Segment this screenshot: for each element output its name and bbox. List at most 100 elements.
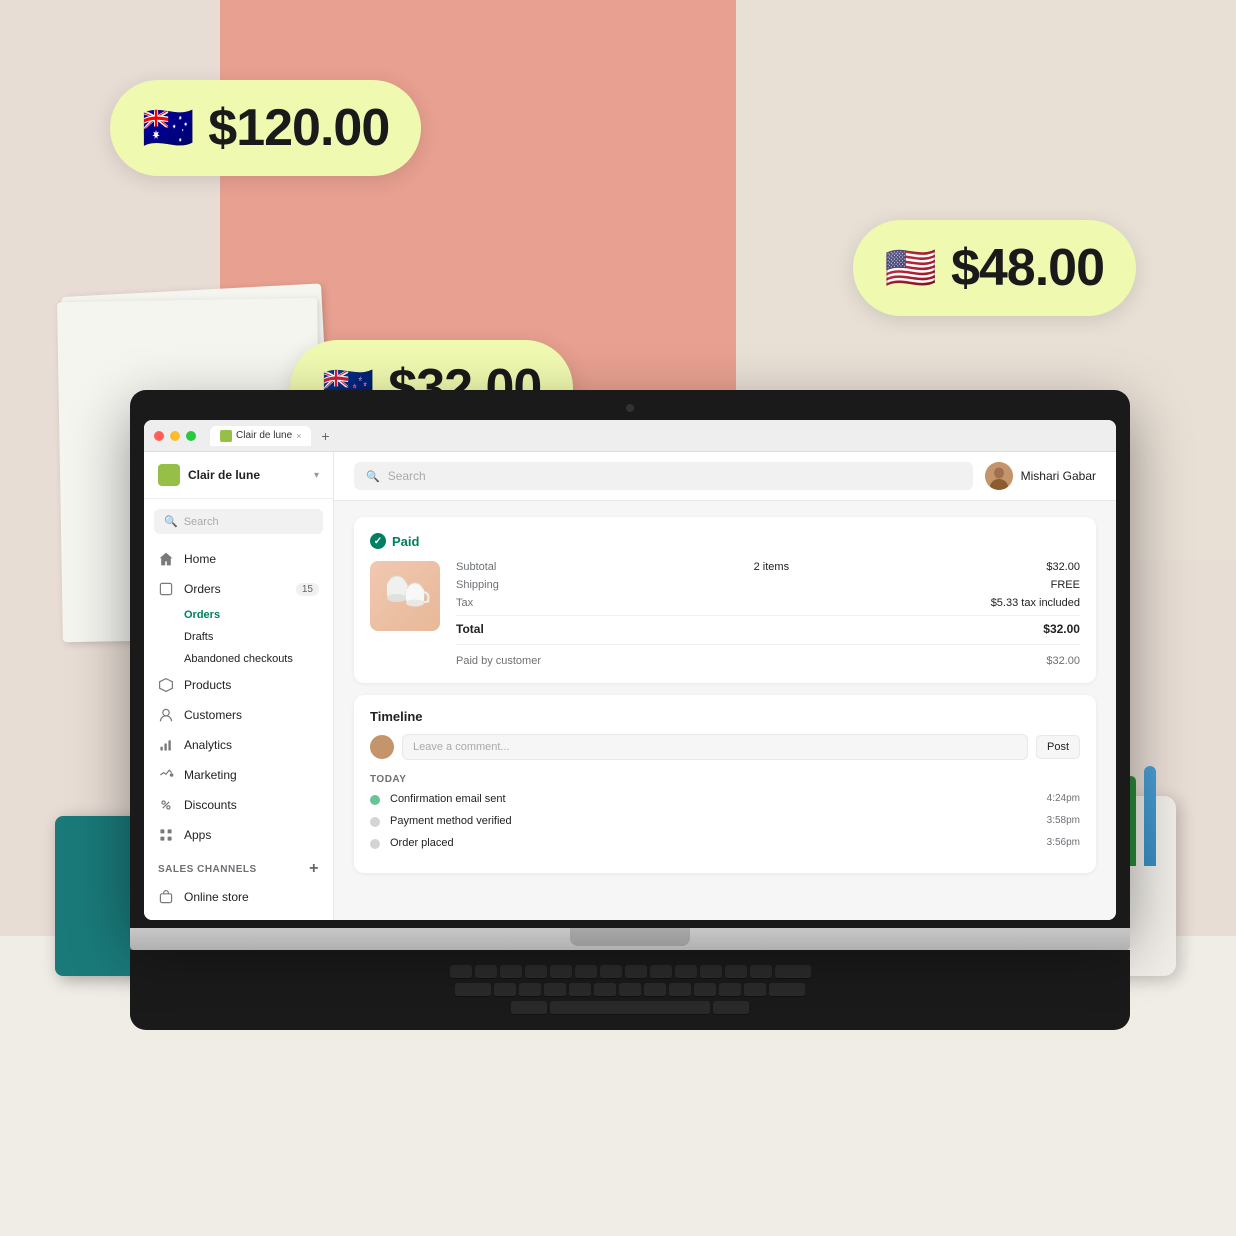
sidebar-item-online-store-label: Online store xyxy=(184,890,249,904)
sidebar-item-drafts[interactable]: Drafts xyxy=(144,626,333,648)
key xyxy=(719,983,741,997)
store-chevron-icon[interactable]: ▾ xyxy=(314,470,319,481)
key xyxy=(750,965,772,979)
order-line-items: Subtotal 2 items $32.00 Shipping FREE xyxy=(456,561,1080,667)
total-value: $32.00 xyxy=(1043,622,1080,636)
sidebar-item-abandoned-checkouts[interactable]: Abandoned checkouts xyxy=(144,648,333,670)
key-enter xyxy=(769,983,805,997)
browser-tab[interactable]: Clair de lune × xyxy=(210,426,311,446)
timeline-event-1: Payment method verified 3:58pm xyxy=(370,815,1080,827)
key xyxy=(550,965,572,979)
key xyxy=(594,983,616,997)
order-area: ✓ Paid xyxy=(334,501,1116,889)
topbar: 🔍 Search xyxy=(334,452,1116,501)
products-icon xyxy=(158,677,174,693)
order-card: ✓ Paid xyxy=(354,517,1096,683)
store-logo-icon xyxy=(158,464,180,486)
pen-blue xyxy=(1144,766,1156,866)
sidebar-item-products-label: Products xyxy=(184,678,231,692)
key xyxy=(625,965,647,979)
paid-status-icon: ✓ xyxy=(370,533,386,549)
tab-label: Clair de lune xyxy=(236,430,292,441)
usa-flag-icon: 🇺🇸 xyxy=(885,247,937,289)
sidebar-item-drafts-label: Drafts xyxy=(184,631,213,643)
pos-icon xyxy=(158,919,174,920)
timeline-event-text-2: Order placed xyxy=(390,837,1037,849)
tax-label: Tax xyxy=(456,597,473,609)
shipping-value: FREE xyxy=(1051,579,1080,591)
sidebar-item-analytics-label: Analytics xyxy=(184,738,232,752)
key xyxy=(644,983,666,997)
total-label: Total xyxy=(456,622,484,636)
key xyxy=(569,983,591,997)
comment-input[interactable]: Leave a comment... xyxy=(402,734,1028,760)
sidebar-item-orders-label: Orders xyxy=(184,582,221,596)
usa-price: $48.00 xyxy=(951,238,1104,298)
key-tab xyxy=(455,983,491,997)
key xyxy=(525,965,547,979)
home-icon xyxy=(158,551,174,567)
sales-channels-header: SALES CHANNELS + xyxy=(144,850,333,882)
sidebar-item-analytics[interactable]: Analytics xyxy=(144,730,333,760)
timeline-section: Timeline Leave a comment... Post TODAY C… xyxy=(354,695,1096,873)
new-tab-button[interactable]: + xyxy=(321,428,329,444)
keyboard-row-1 xyxy=(450,965,811,979)
topbar-search-bar[interactable]: 🔍 Search xyxy=(354,462,973,490)
comment-box: Leave a comment... Post xyxy=(370,734,1080,760)
tax-value: $5.33 tax included xyxy=(991,597,1080,609)
timeline-event-text-1: Payment method verified xyxy=(390,815,1037,827)
marketing-icon xyxy=(158,767,174,783)
sidebar-item-pos[interactable]: Point of sale xyxy=(144,912,333,920)
shopify-favicon xyxy=(220,430,232,442)
timeline-dot-1 xyxy=(370,817,380,827)
timeline-event-2: Order placed 3:56pm xyxy=(370,837,1080,849)
timeline-event-0: Confirmation email sent 4:24pm xyxy=(370,793,1080,805)
sidebar-item-discounts[interactable]: Discounts xyxy=(144,790,333,820)
key xyxy=(619,983,641,997)
laptop: Clair de lune × + Clair de lune ▾ 🔍 xyxy=(130,390,1130,1030)
tab-close-button[interactable]: × xyxy=(296,431,301,441)
sidebar-item-orders-sub[interactable]: Orders xyxy=(144,604,333,626)
laptop-keyboard xyxy=(130,950,1130,1030)
key xyxy=(669,983,691,997)
sidebar-item-apps[interactable]: Apps xyxy=(144,820,333,850)
laptop-screen: Clair de lune × + Clair de lune ▾ 🔍 xyxy=(144,420,1116,920)
key xyxy=(694,983,716,997)
sidebar-search[interactable]: 🔍 Search xyxy=(154,509,323,534)
price-bubble-usa: 🇺🇸 $48.00 xyxy=(853,220,1136,316)
paid-status-label: Paid xyxy=(392,534,419,549)
post-comment-button[interactable]: Post xyxy=(1036,735,1080,759)
key-shift-right xyxy=(713,1001,749,1015)
sales-channels-label: SALES CHANNELS xyxy=(158,864,257,875)
paid-badge: ✓ Paid xyxy=(370,533,1080,549)
orders-icon xyxy=(158,581,174,597)
sidebar-item-customers[interactable]: Customers xyxy=(144,700,333,730)
timeline-day-label: TODAY xyxy=(370,774,1080,785)
key xyxy=(475,965,497,979)
traffic-light-red[interactable] xyxy=(154,431,164,441)
user-name-label: Mishari Gabar xyxy=(1021,469,1096,483)
sidebar-item-abandoned-label: Abandoned checkouts xyxy=(184,653,293,665)
australia-flag-icon: 🇦🇺 xyxy=(142,107,194,149)
shipping-label: Shipping xyxy=(456,579,499,591)
timeline-event-text-0: Confirmation email sent xyxy=(390,793,1037,805)
key xyxy=(575,965,597,979)
sidebar-item-apps-label: Apps xyxy=(184,828,211,842)
analytics-icon xyxy=(158,737,174,753)
key xyxy=(650,965,672,979)
discounts-icon xyxy=(158,797,174,813)
add-sales-channel-button[interactable]: + xyxy=(309,860,319,878)
sidebar-item-products[interactable]: Products xyxy=(144,670,333,700)
search-icon: 🔍 xyxy=(164,515,178,528)
browser-chrome: Clair de lune × + xyxy=(144,420,1116,452)
subtotal-items: 2 items xyxy=(754,561,789,573)
sidebar-item-online-store[interactable]: Online store xyxy=(144,882,333,912)
subtotal-value: $32.00 xyxy=(1046,561,1080,573)
sidebar: Clair de lune ▾ 🔍 Search Home Ord xyxy=(144,452,334,920)
product-thumbnail xyxy=(370,561,440,631)
traffic-light-yellow[interactable] xyxy=(170,431,180,441)
traffic-light-green[interactable] xyxy=(186,431,196,441)
sidebar-item-home[interactable]: Home xyxy=(144,544,333,574)
sidebar-item-orders[interactable]: Orders 15 xyxy=(144,574,333,604)
sidebar-item-marketing[interactable]: Marketing xyxy=(144,760,333,790)
